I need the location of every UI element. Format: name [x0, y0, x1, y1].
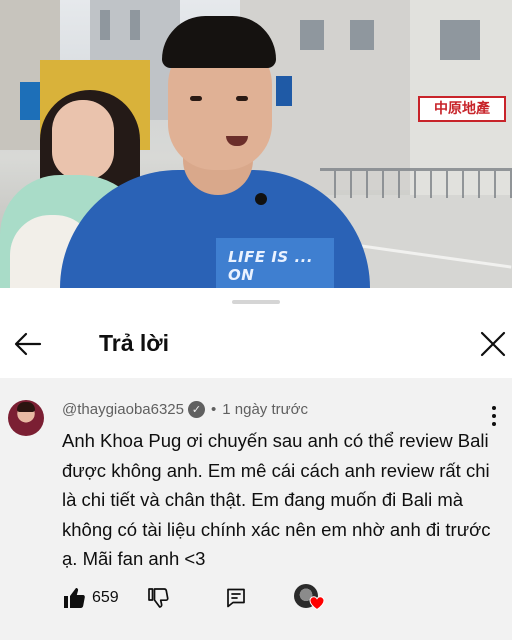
like-count: 659	[92, 589, 119, 606]
thumbs-down-icon	[148, 588, 169, 608]
replies-sheet: Trả lời @thaygiaoba6325 ✓ • 1 ngày trước…	[0, 288, 512, 640]
drag-handle[interactable]	[232, 300, 280, 304]
creator-heart-icon	[309, 596, 325, 611]
more-options-button[interactable]	[484, 404, 504, 428]
street-sign	[276, 76, 292, 106]
window	[300, 20, 324, 50]
shirt-print: LIFE IS ... ON	[216, 238, 334, 288]
more-vertical-icon	[484, 406, 504, 426]
man-eye	[236, 96, 248, 101]
reply-button[interactable]	[224, 584, 248, 612]
window	[350, 20, 374, 50]
avatar[interactable]	[8, 400, 44, 436]
arrow-left-icon	[14, 332, 42, 356]
sheet-header: Trả lời	[0, 318, 512, 374]
thumbs-up-filled-icon	[64, 588, 85, 608]
bank-sign	[20, 82, 40, 120]
comment-actions: 659	[62, 584, 502, 612]
shop-sign: 中原地產	[418, 96, 506, 122]
woman-face	[52, 100, 114, 180]
close-icon	[480, 331, 506, 357]
page-title: Trả lời	[99, 330, 170, 356]
creator-heart	[294, 584, 328, 612]
comment-thread-item: @thaygiaoba6325 ✓ • 1 ngày trước Anh Kho…	[0, 384, 512, 640]
lapel-mic	[255, 193, 267, 205]
like-button[interactable]: 659	[62, 584, 119, 612]
dislike-button[interactable]	[146, 584, 170, 612]
window	[440, 20, 480, 60]
reply-comment-icon	[227, 588, 245, 608]
comment-timestamp: 1 ngày trước	[222, 401, 309, 418]
comment-author[interactable]: @thaygiaoba6325	[62, 401, 184, 418]
back-button[interactable]	[10, 326, 46, 362]
railing	[320, 168, 512, 198]
video-player[interactable]: 中原地產 LIFE IS ... ON	[0, 0, 512, 288]
close-button[interactable]	[478, 326, 512, 362]
man-eye	[190, 96, 202, 101]
verified-check-icon: ✓	[188, 401, 205, 418]
comment-text: Anh Khoa Pug ơi chuyến sau anh có thể re…	[62, 430, 491, 569]
comment-meta: @thaygiaoba6325 ✓ • 1 ngày trước	[62, 401, 308, 418]
meta-separator: •	[211, 401, 217, 418]
window	[100, 10, 110, 40]
window	[130, 10, 140, 40]
